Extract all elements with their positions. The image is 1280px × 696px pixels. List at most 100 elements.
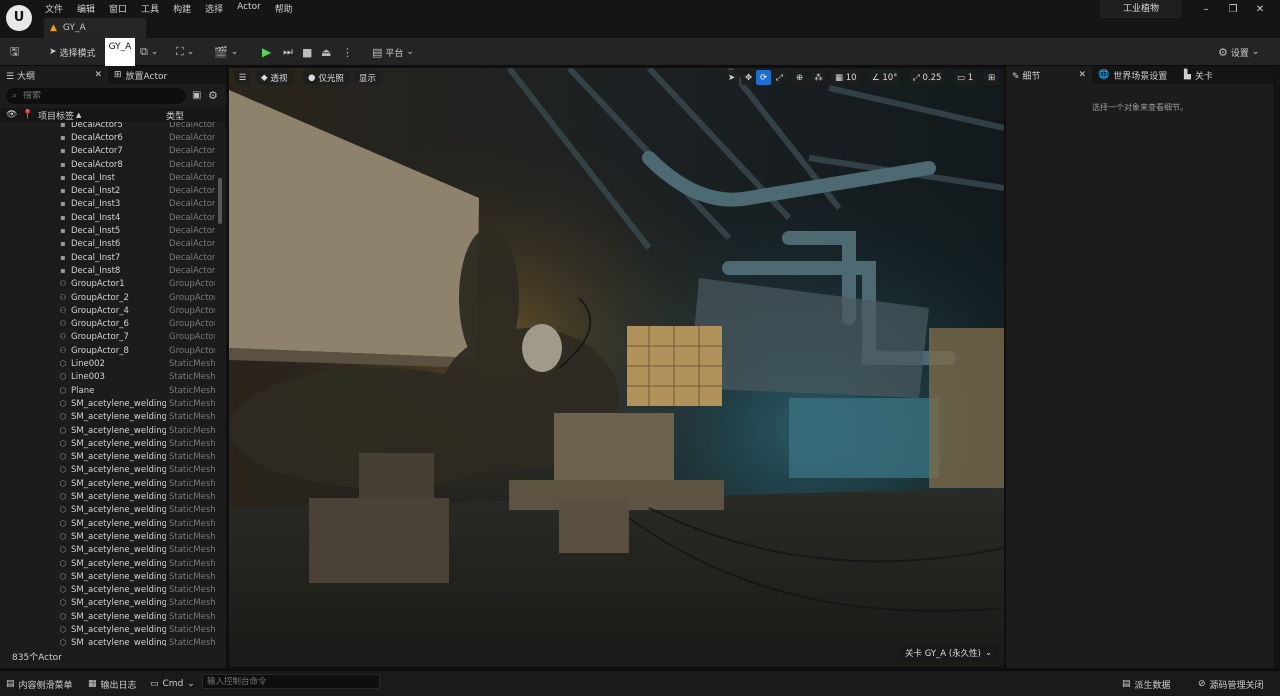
step-button[interactable]: ⏭ (283, 43, 293, 61)
unreal-logo-icon[interactable]: U (6, 5, 32, 31)
settings-button[interactable]: ⚙ 设置 ⌄ (1218, 43, 1259, 61)
world-local-toggle[interactable]: ⊕ (792, 70, 807, 85)
select-tool-button[interactable]: ➤ (724, 70, 739, 85)
outliner-row[interactable]: ⬡ SM_acetylene_welding_StaticMeshA (0, 610, 216, 623)
outliner-row[interactable]: ⬡ SM_acetylene_welding_StaticMeshA (0, 584, 216, 597)
menu-actor[interactable]: Actor (230, 0, 268, 16)
outliner-row[interactable]: ⬡ Plane StaticMeshA (0, 384, 216, 397)
outliner-row[interactable]: ⬡ SM_acetylene_welding_StaticMeshA (0, 411, 216, 424)
outliner-row[interactable]: ⬡ SM_acetylene_welding_StaticMeshA (0, 451, 216, 464)
outliner-row[interactable]: ⚇ GroupActor_8 GroupActor (0, 344, 216, 357)
outliner-row[interactable]: ▪ Decal_Inst2 DecalActor (0, 185, 216, 198)
pin-icon[interactable]: 📍 (22, 110, 33, 120)
outliner-row[interactable]: ▪ Decal_Inst4 DecalActor (0, 211, 216, 224)
outliner-row[interactable]: ▪ DecalActor7 DecalActor (0, 145, 216, 158)
scale-tool-button[interactable]: ⤢ (772, 70, 787, 85)
outliner-row[interactable]: ▪ Decal_Inst6 DecalActor (0, 238, 216, 251)
outliner-row[interactable]: ▪ Decal_Inst8 DecalActor (0, 264, 216, 277)
close-icon[interactable]: ✕ (94, 70, 102, 80)
lighting-mode-button[interactable]: ● 仅光照 (302, 70, 350, 85)
add-folder-icon[interactable]: ▣ (192, 90, 201, 101)
content-drawer-button[interactable]: ▤ 内容侧滑菜单 (6, 675, 73, 693)
column-type[interactable]: 类型 (166, 109, 184, 122)
save-button[interactable]: 🖫 (10, 43, 19, 61)
output-log-button[interactable]: ▦ 输出日志 (88, 675, 137, 693)
outliner-row[interactable]: ▪ Decal_Inst3 DecalActor (0, 198, 216, 211)
translate-tool-button[interactable]: ✥ (741, 70, 756, 85)
outliner-row[interactable]: ⚇ GroupActor_6 GroupActor (0, 318, 216, 331)
menu-select[interactable]: 选择 (198, 0, 230, 16)
rotation-snap-button[interactable]: ∠ 10° (869, 70, 901, 85)
outliner-row[interactable]: ⬡ SM_acetylene_welding_StaticMeshA (0, 623, 216, 636)
visibility-eye-icon[interactable]: 👁 (6, 110, 17, 120)
camera-speed-button[interactable]: ▭ 1 (954, 70, 977, 85)
tab-place-actors[interactable]: ⊞ 放置Actor (108, 66, 173, 84)
tab-level[interactable]: ▙ 关卡 (1178, 66, 1219, 84)
outliner-row[interactable]: ⬡ SM_acetylene_welding_StaticMeshA (0, 637, 216, 646)
source-control-button[interactable]: ⊘ 源码管理关闭 (1198, 675, 1264, 693)
rotate-tool-button[interactable]: ⟳ (756, 70, 771, 85)
outliner-row[interactable]: ⚇ GroupActor_4 GroupActor (0, 304, 216, 317)
menu-file[interactable]: 文件 (38, 0, 70, 16)
outliner-row[interactable]: ⬡ SM_acetylene_welding_StaticMeshA (0, 424, 216, 437)
outliner-row[interactable]: ⚇ GroupActor_7 GroupActor (0, 331, 216, 344)
outliner-row[interactable]: ⚇ GroupActor1 GroupActor (0, 278, 216, 291)
level-viewport[interactable]: ☰ ◆ 透视 ● 仅光照 显示 ➤ ✥ ⟳ ⤢ ⊕ ⁂ ▦ 10 ∠ 10° ⤢ 0… (229, 68, 1004, 667)
minimize-button[interactable]: – (1194, 2, 1218, 18)
cinematics-button[interactable]: 🎬 ⌄ (214, 43, 238, 61)
restore-button[interactable]: ❐ (1221, 2, 1245, 18)
derived-data-button[interactable]: ▤ 派生数据 (1122, 675, 1171, 693)
menu-help[interactable]: 帮助 (268, 0, 300, 16)
outliner-row[interactable]: ⬡ SM_acetylene_welding_StaticMeshA (0, 544, 216, 557)
outliner-row[interactable]: ⬡ Line003 StaticMeshA (0, 371, 216, 384)
outliner-row[interactable]: ⬡ SM_acetylene_welding_StaticMeshA (0, 597, 216, 610)
menu-window[interactable]: 窗口 (102, 0, 134, 16)
cmd-dropdown[interactable]: ▭ Cmd ⌄ (150, 675, 195, 693)
outliner-row[interactable]: ▪ Decal_Inst DecalActor (0, 171, 216, 184)
console-input[interactable] (202, 674, 380, 689)
viewport-menu-button[interactable]: ☰ (235, 70, 250, 85)
tab-world-settings[interactable]: 🌐 世界场景设置 (1092, 66, 1178, 84)
level-tab[interactable]: ▲ GY_A (44, 18, 146, 38)
grid-snap-button[interactable]: ▦ 10 (832, 70, 860, 85)
outliner-row[interactable]: ⬡ SM_acetylene_welding_StaticMeshA (0, 504, 216, 517)
search-input[interactable] (23, 91, 174, 101)
menu-edit[interactable]: 编辑 (70, 0, 102, 16)
play-button[interactable]: ▶ (262, 43, 271, 61)
tab-details[interactable]: ✎ 细节 ✕ (1006, 66, 1092, 84)
eject-button[interactable]: ⏏ (321, 43, 331, 61)
outliner-row[interactable]: ⬡ SM_acetylene_welding_StaticMeshA (0, 464, 216, 477)
outliner-row[interactable]: ▪ DecalActor5 DecalActor (0, 122, 216, 131)
outliner-row[interactable]: ⬡ Line002 StaticMeshA (0, 357, 216, 370)
outliner-row[interactable]: ▪ Decal_Inst7 DecalActor (0, 251, 216, 264)
outliner-scrollbar[interactable] (218, 178, 222, 224)
outliner-row[interactable]: ⬡ SM_acetylene_welding_StaticMeshA (0, 530, 216, 543)
stop-button[interactable]: ■ (302, 43, 312, 61)
platform-button[interactable]: ▤ 平台 ⌄ (372, 43, 414, 61)
current-level-chip[interactable]: GY_A (105, 38, 135, 66)
outliner-row[interactable]: ⬡ SM_acetylene_welding_StaticMeshA (0, 477, 216, 490)
add-content-button[interactable]: ⧉ ⌄ (140, 43, 158, 61)
outliner-row[interactable]: ⚇ GroupActor_2 GroupActor (0, 291, 216, 304)
tab-outliner[interactable]: ☰ 大纲 ✕ (0, 66, 108, 84)
show-button[interactable]: 显示 (353, 70, 383, 85)
column-item-label[interactable]: 项目标签 (38, 109, 74, 122)
menu-build[interactable]: 构建 (166, 0, 198, 16)
surface-snap-button[interactable]: ⁂ (811, 70, 826, 85)
close-icon[interactable]: ✕ (1078, 70, 1086, 80)
menu-tools[interactable]: 工具 (134, 0, 166, 16)
scale-snap-button[interactable]: ⤢ 0.25 (910, 70, 945, 85)
perspective-button[interactable]: ◆ 透视 (255, 70, 294, 85)
current-level-indicator[interactable]: 关卡 GY_A (永久性) ⌄ (898, 645, 1000, 661)
outliner-row[interactable]: ▪ DecalActor8 DecalActor (0, 158, 216, 171)
outliner-row[interactable]: ⬡ SM_acetylene_welding_StaticMeshA (0, 397, 216, 410)
outliner-row[interactable]: ⬡ SM_acetylene_welding_StaticMeshA (0, 557, 216, 570)
outliner-row[interactable]: ⬡ SM_acetylene_welding_StaticMeshA (0, 517, 216, 530)
layout-button[interactable]: ⊞ (984, 70, 999, 85)
close-window-button[interactable]: ✕ (1248, 2, 1272, 18)
outliner-row[interactable]: ⬡ SM_acetylene_welding_StaticMeshA (0, 570, 216, 583)
outliner-row[interactable]: ⬡ SM_acetylene_welding_StaticMeshA (0, 437, 216, 450)
outliner-row[interactable]: ⬡ SM_acetylene_welding_StaticMeshA (0, 490, 216, 503)
gear-icon[interactable]: ⚙ (208, 89, 218, 102)
select-mode-button[interactable]: ➤ 选择模式 (44, 43, 101, 61)
